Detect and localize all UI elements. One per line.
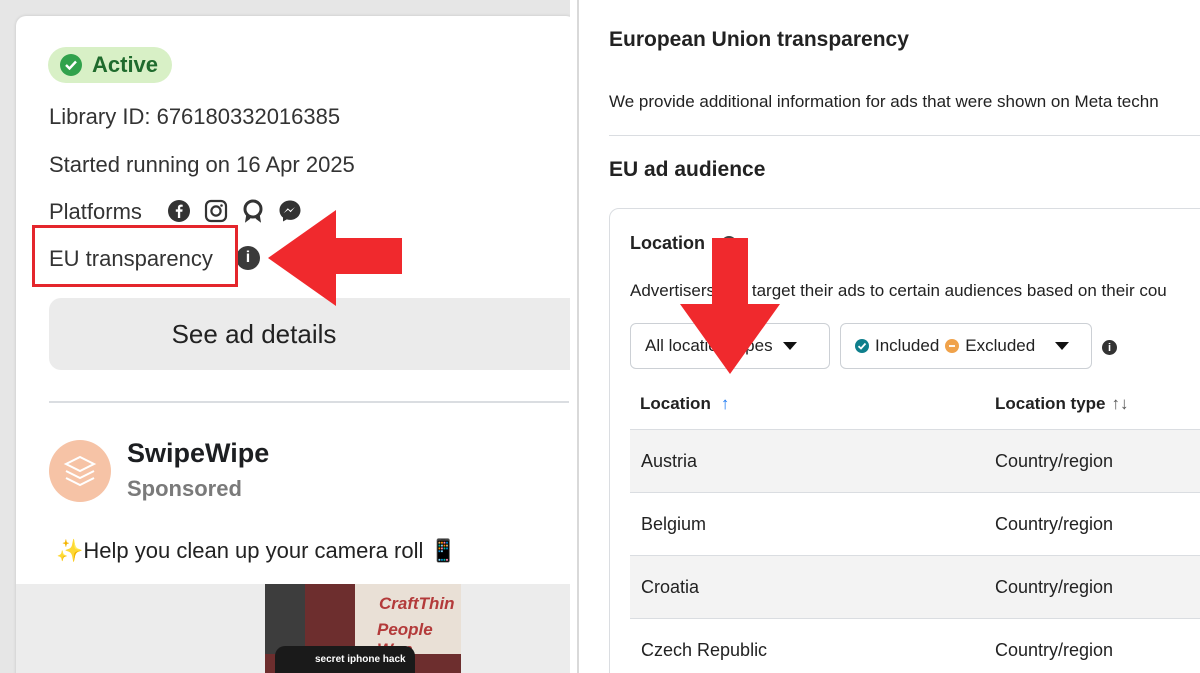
excluded-label: Excluded: [965, 336, 1036, 355]
sort-ascending-icon: ↑: [720, 394, 730, 413]
column-header-location[interactable]: Location ↑: [640, 394, 729, 414]
location-type-cell: Country/region: [995, 451, 1114, 471]
status-badge: Active: [48, 47, 173, 83]
ad-library-card-panel: Active Library ID: 676180332016385 Start…: [0, 0, 570, 673]
info-icon[interactable]: i: [1102, 340, 1117, 355]
panel-heading: European Union transparency: [609, 28, 909, 51]
annotation-arrow-left: [268, 210, 402, 306]
audience-network-icon: [241, 199, 265, 223]
divider: [609, 135, 1200, 136]
location-cell: Czech Republic: [641, 640, 768, 660]
started-running: Started running on 16 Apr 2025: [49, 152, 355, 177]
ad-media-thumbnail[interactable]: CraftThin People Wan secret iphone hack: [265, 584, 461, 673]
location-type-cell: Country/region: [995, 640, 1114, 660]
column-header-location-type[interactable]: Location type ↑↓: [995, 394, 1129, 414]
sponsored-label: Sponsored: [127, 476, 242, 501]
check-circle-icon: [60, 54, 82, 76]
sort-icon: ↑↓: [1111, 394, 1129, 413]
instagram-icon: [204, 199, 228, 223]
eu-transparency-panel: European Union transparency We provide a…: [577, 0, 1200, 673]
audience-heading: EU ad audience: [609, 158, 766, 181]
ad-body-text: ✨Help you clean up your camera roll 📱: [56, 538, 457, 563]
ad-card: Active Library ID: 676180332016385 Start…: [16, 16, 570, 673]
included-label: Included: [875, 336, 940, 355]
included-check-icon: [855, 339, 869, 353]
location-cell: Belgium: [641, 514, 707, 534]
thumbnail-shape: [265, 584, 305, 654]
excluded-icon: [945, 339, 960, 353]
column-header-label: Location: [640, 394, 711, 413]
avatar[interactable]: [49, 440, 111, 502]
location-type-cell: Country/region: [995, 514, 1114, 534]
divider: [49, 401, 569, 403]
thumbnail-caption: secret iphone hack: [315, 654, 406, 665]
location-cell: Austria: [641, 451, 698, 471]
caret-down-icon: [1055, 342, 1070, 350]
annotation-arrow-down: [680, 238, 780, 374]
table-row: Austria Country/region: [630, 429, 1200, 493]
location-type-cell: Country/region: [995, 577, 1114, 597]
column-header-label: Location type: [995, 394, 1106, 413]
status-label: Active: [92, 52, 159, 77]
highlight-box: [32, 225, 238, 287]
thumbnail-text-1: CraftThin: [379, 594, 455, 613]
library-id: Library ID: 676180332016385: [49, 104, 341, 129]
caret-down-icon: [782, 342, 797, 350]
included-excluded-dropdown[interactable]: Included Excluded: [840, 323, 1092, 369]
table-row: Czech Republic Country/region: [630, 618, 1200, 673]
advertiser-name[interactable]: SwipeWipe: [127, 438, 269, 469]
facebook-icon: [167, 199, 191, 223]
table-row: Croatia Country/region: [630, 555, 1200, 619]
platforms-label: Platforms: [49, 199, 142, 224]
table-row: Belgium Country/region: [630, 492, 1200, 556]
panel-intro: We provide additional information for ad…: [609, 92, 1159, 111]
see-ad-details-button[interactable]: See ad details: [49, 298, 570, 370]
info-icon[interactable]: i: [236, 246, 260, 270]
location-cell: Croatia: [641, 577, 700, 597]
